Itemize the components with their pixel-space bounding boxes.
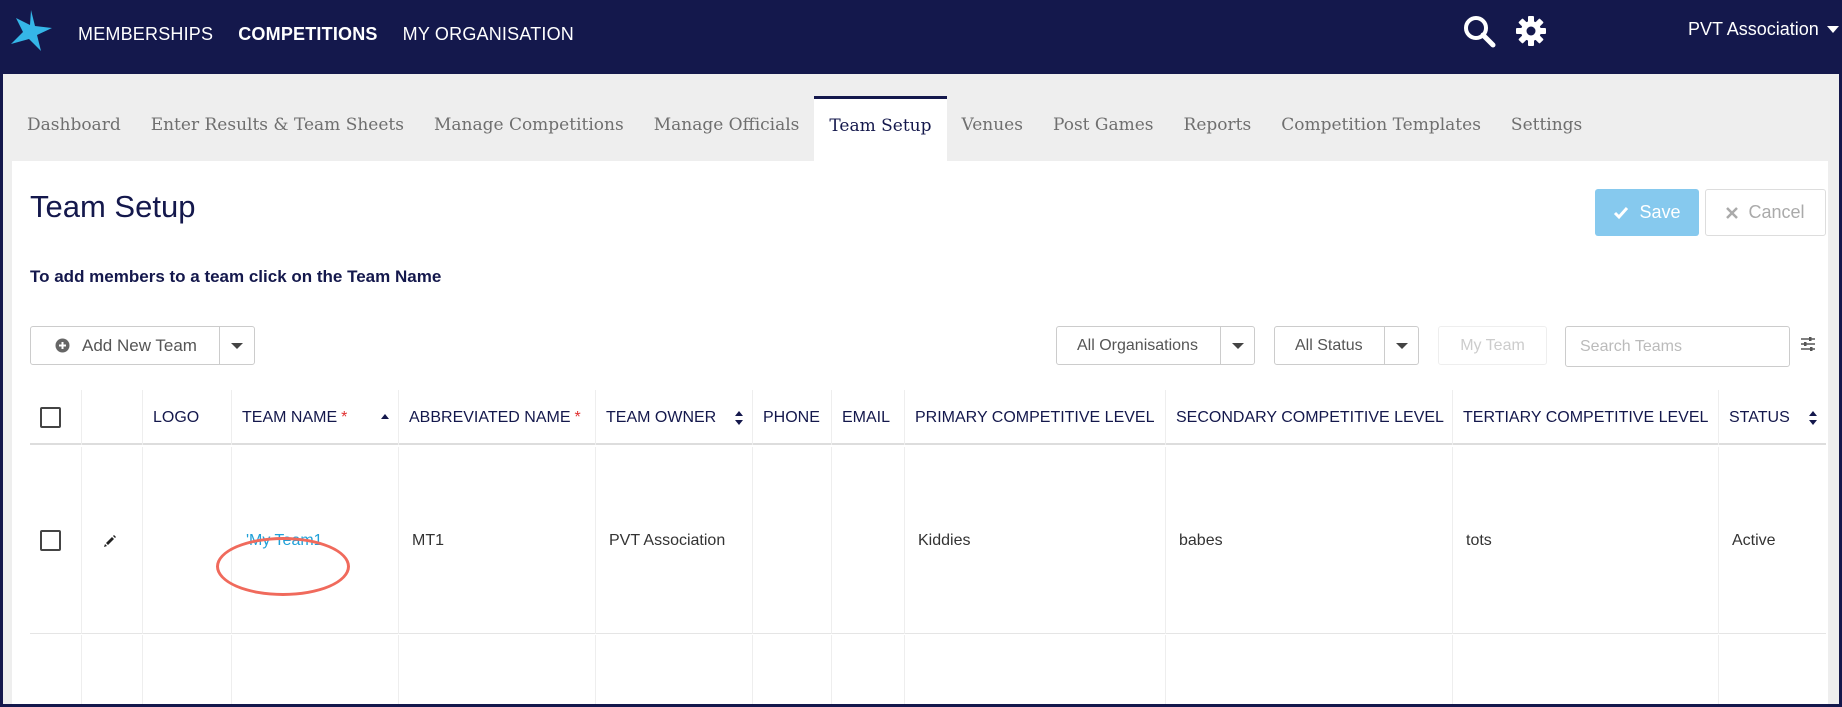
sort-icon — [735, 411, 743, 425]
column-header-logo: LOGO — [142, 390, 231, 445]
add-team-dropdown-toggle[interactable] — [219, 326, 255, 365]
table-cell — [1165, 635, 1452, 704]
check-icon — [1614, 206, 1629, 219]
table-cell — [81, 635, 142, 704]
edit-column-header — [81, 390, 142, 445]
sort-asc-icon — [381, 414, 389, 419]
organisation-filter-toggle[interactable] — [1220, 327, 1254, 364]
select-all-checkbox[interactable] — [40, 407, 61, 428]
close-icon — [1726, 206, 1739, 219]
status-filter-toggle[interactable] — [1384, 327, 1418, 364]
cell-team-owner: PVT Association — [595, 447, 752, 634]
add-new-team-button[interactable]: Add New Team — [30, 326, 220, 365]
organisation-filter-select[interactable]: All Organisations — [1056, 326, 1255, 365]
cell-status: Active — [1718, 447, 1826, 634]
sort-icon — [1809, 411, 1817, 425]
competition-tabs: Dashboard Enter Results & Team Sheets Ma… — [12, 96, 1597, 161]
select-all-cell — [30, 390, 81, 445]
column-header-team-name[interactable]: TEAM NAME * — [231, 390, 398, 445]
tab-post-games[interactable]: Post Games — [1038, 96, 1169, 161]
search-teams-input[interactable] — [1565, 326, 1790, 367]
column-header-primary-level: PRIMARY COMPETITIVE LEVEL — [904, 390, 1165, 445]
tab-team-setup[interactable]: Team Setup — [814, 96, 947, 161]
status-filter-select[interactable]: All Status — [1274, 326, 1419, 365]
tab-enter-results[interactable]: Enter Results & Team Sheets — [136, 96, 419, 161]
cell-abbreviated-name: MT1 — [398, 447, 595, 634]
add-new-team-label: Add New Team — [82, 335, 197, 355]
cell-secondary-level: babes — [1165, 447, 1452, 634]
tab-venues[interactable]: Venues — [947, 96, 1038, 161]
cell-primary-level: Kiddies — [904, 447, 1165, 634]
caret-down-icon — [1231, 342, 1244, 349]
table-cell — [1452, 635, 1718, 704]
column-label: TEAM NAME — [242, 408, 338, 426]
column-header-email: EMAIL — [831, 390, 904, 445]
gear-icon[interactable] — [1514, 14, 1548, 48]
table-cell — [831, 635, 904, 704]
column-header-secondary-level: SECONDARY COMPETITIVE LEVEL — [1165, 390, 1452, 445]
row-edit-cell — [81, 447, 142, 634]
column-label: STATUS — [1729, 408, 1790, 426]
table-cell — [904, 635, 1165, 704]
page-title: Team Setup — [30, 189, 196, 224]
table-row-partial — [30, 635, 1826, 704]
column-label: ABBREVIATED NAME — [409, 408, 571, 426]
nav-memberships[interactable]: MEMBERSHIPS — [78, 22, 213, 46]
caret-down-icon — [1826, 26, 1839, 33]
column-settings-icon[interactable] — [1800, 334, 1816, 354]
status-filter-value: All Status — [1295, 336, 1363, 354]
table-cell — [398, 635, 595, 704]
save-label: Save — [1639, 202, 1681, 222]
organisation-filter-value: All Organisations — [1077, 336, 1198, 354]
required-marker: * — [574, 408, 581, 426]
required-marker: * — [341, 408, 348, 426]
tab-settings[interactable]: Settings — [1496, 96, 1597, 161]
table-header: LOGO TEAM NAME * ABBREVIATED NAME * TEAM O… — [30, 390, 1826, 445]
pencil-icon[interactable] — [103, 534, 117, 548]
column-header-status[interactable]: STATUS — [1718, 390, 1826, 445]
tab-dashboard[interactable]: Dashboard — [12, 96, 136, 161]
cell-email — [831, 447, 904, 634]
caret-down-icon — [1395, 342, 1408, 349]
team-name-link[interactable]: 'My Team1 — [246, 532, 323, 550]
table-cell — [595, 635, 752, 704]
column-header-team-owner[interactable]: TEAM OWNER — [595, 390, 752, 445]
cell-team-name: 'My Team1 — [231, 447, 398, 634]
cell-phone — [752, 447, 831, 634]
logo-star-icon[interactable] — [8, 8, 54, 52]
nav-my-organisation[interactable]: MY ORGANISATION — [403, 22, 574, 46]
tab-manage-officials[interactable]: Manage Officials — [639, 96, 815, 161]
plus-circle-icon — [55, 338, 70, 353]
org-name: PVT Association — [1688, 19, 1819, 39]
tab-reports[interactable]: Reports — [1169, 96, 1267, 161]
cell-tertiary-level: tots — [1452, 447, 1718, 634]
frame-border-left — [0, 74, 3, 707]
column-label: TEAM OWNER — [606, 408, 717, 426]
row-checkbox[interactable] — [40, 530, 61, 551]
cancel-label: Cancel — [1748, 202, 1805, 222]
tab-competition-templates[interactable]: Competition Templates — [1266, 96, 1496, 161]
tab-manage-competitions[interactable]: Manage Competitions — [419, 96, 639, 161]
column-header-abbreviated-name: ABBREVIATED NAME * — [398, 390, 595, 445]
table-cell — [231, 635, 398, 704]
table-cell — [142, 635, 231, 704]
instruction-text: To add members to a team click on the Te… — [30, 267, 442, 286]
main-nav: MEMBERSHIPS COMPETITIONS MY ORGANISATION — [78, 22, 599, 46]
table-row: 'My Team1 MT1 PVT Association Kiddies ba… — [30, 447, 1826, 634]
org-switcher[interactable]: PVT Association — [1688, 19, 1839, 40]
top-navbar: MEMBERSHIPS COMPETITIONS MY ORGANISATION… — [0, 0, 1842, 74]
teams-table: LOGO TEAM NAME * ABBREVIATED NAME * TEAM O… — [30, 390, 1826, 704]
cancel-button[interactable]: Cancel — [1705, 189, 1826, 236]
search-icon[interactable] — [1462, 14, 1496, 48]
table-cell — [1718, 635, 1826, 704]
my-team-button[interactable]: My Team — [1438, 326, 1547, 365]
caret-down-icon — [231, 342, 243, 349]
cell-logo — [142, 447, 231, 634]
nav-competitions[interactable]: COMPETITIONS — [238, 22, 377, 46]
row-select-cell — [30, 447, 81, 634]
save-button[interactable]: Save — [1595, 189, 1699, 236]
table-cell — [752, 635, 831, 704]
column-header-tertiary-level: TERTIARY COMPETITIVE LEVEL — [1452, 390, 1718, 445]
column-header-phone: PHONE — [752, 390, 831, 445]
